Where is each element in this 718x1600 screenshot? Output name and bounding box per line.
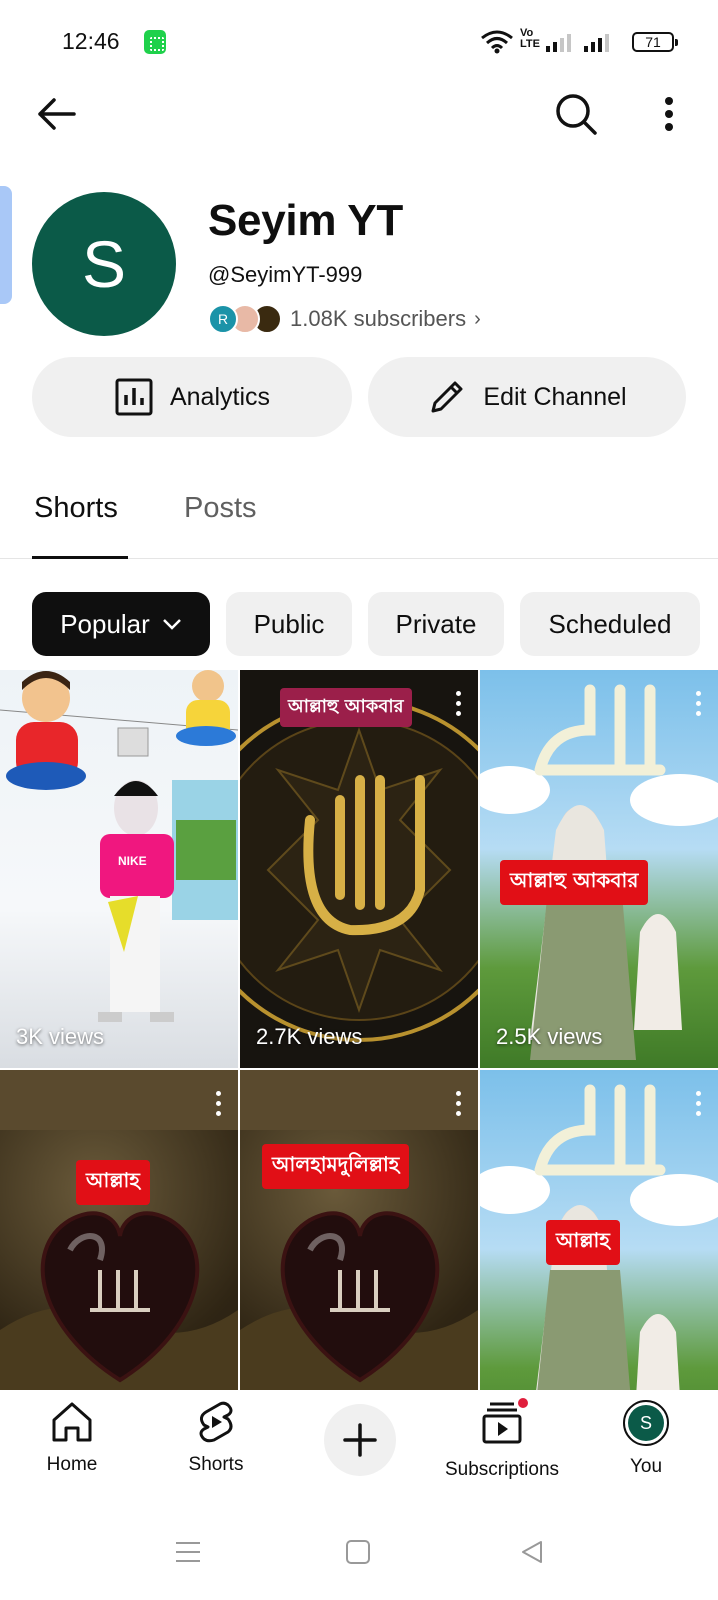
home-system-button[interactable] xyxy=(338,1532,378,1572)
signal-2-icon xyxy=(584,32,609,52)
subscriber-avatar-1: R xyxy=(208,304,238,334)
analytics-label: Analytics xyxy=(169,382,271,411)
tab-indicator xyxy=(32,556,128,559)
bottom-navigation: Home Shorts Subscriptions S You xyxy=(0,1390,718,1500)
shirt-logo: NIKE xyxy=(118,854,147,868)
square-icon xyxy=(346,1540,370,1564)
filter-chip-public[interactable]: Public xyxy=(226,592,352,656)
channel-name: Seyim YT xyxy=(208,196,403,245)
thumbnail-art xyxy=(0,670,238,1022)
search-icon xyxy=(556,94,597,135)
short-thumbnail[interactable]: NIKE 3K views xyxy=(0,670,238,1068)
menu-icon xyxy=(176,1542,200,1562)
wifi-icon xyxy=(481,30,513,54)
search-button[interactable] xyxy=(550,88,602,140)
shorts-grid: NIKE 3K views আল্লাহু আকবার 2.7K views আ… xyxy=(0,670,718,1468)
you-avatar: S xyxy=(623,1400,669,1446)
battery-icon: 71 xyxy=(632,32,678,52)
short-caption: আল্লাহু আকবার xyxy=(280,688,412,727)
channel-avatar[interactable]: S xyxy=(32,192,176,336)
nav-you-label: You xyxy=(629,1456,663,1477)
short-more-button[interactable] xyxy=(208,1088,228,1118)
arrow-left-icon xyxy=(38,98,76,130)
filter-chip-popular[interactable]: Popular xyxy=(32,592,210,656)
nav-home-label: Home xyxy=(46,1454,98,1475)
app-notification-icon xyxy=(144,30,166,54)
subscriber-avatars: R xyxy=(208,303,286,335)
short-caption: আল্লাহ xyxy=(546,1220,620,1265)
short-more-button[interactable] xyxy=(688,1088,708,1118)
chevron-down-icon xyxy=(162,619,181,630)
nav-you[interactable]: S You xyxy=(581,1400,711,1478)
more-options-button[interactable] xyxy=(648,88,690,140)
bar-chart-icon xyxy=(115,378,153,416)
nav-subscriptions-label: Subscriptions xyxy=(444,1459,560,1480)
edit-channel-label: Edit Channel xyxy=(483,382,627,411)
edge-panel-handle[interactable] xyxy=(0,186,12,304)
nav-shorts[interactable]: Shorts xyxy=(151,1400,281,1476)
tab-shorts[interactable]: Shorts xyxy=(34,492,118,525)
plus-icon xyxy=(343,1423,377,1457)
subscribers-link[interactable]: R 1.08K subscribers › xyxy=(208,302,481,336)
chevron-right-icon: › xyxy=(474,307,481,330)
short-views: 2.7K views xyxy=(256,1024,363,1049)
home-icon xyxy=(52,1402,92,1442)
short-more-button[interactable] xyxy=(448,1088,468,1118)
nav-subscriptions[interactable]: Subscriptions xyxy=(437,1396,567,1481)
short-thumbnail[interactable]: আল্লাহু আকবার 2.5K views xyxy=(480,670,718,1068)
system-navigation xyxy=(0,1510,718,1600)
short-more-button[interactable] xyxy=(688,688,708,718)
short-views: 2.5K views xyxy=(496,1024,603,1049)
back-system-button[interactable] xyxy=(512,1532,552,1572)
create-button[interactable] xyxy=(324,1404,396,1476)
triangle-back-icon xyxy=(522,1541,542,1563)
signal-1-icon xyxy=(546,32,571,52)
status-time: 12:46 xyxy=(62,28,120,54)
nav-shorts-label: Shorts xyxy=(188,1454,244,1475)
analytics-button[interactable]: Analytics xyxy=(32,357,352,437)
notification-dot xyxy=(516,1396,530,1410)
short-caption: আল্লাহু আকবার xyxy=(500,860,649,905)
filter-chip-scheduled[interactable]: Scheduled xyxy=(520,592,700,656)
shorts-icon xyxy=(199,1401,233,1443)
short-caption: আল্লাহ xyxy=(76,1160,150,1205)
short-thumbnail[interactable]: আল্লাহু আকবার 2.7K views xyxy=(240,670,478,1068)
tab-posts[interactable]: Posts xyxy=(184,492,257,525)
channel-handle: @SeyimYT-999 xyxy=(208,262,363,287)
volte-indicator: Vo LTE xyxy=(520,27,540,50)
subscriber-count: 1.08K subscribers xyxy=(290,306,467,331)
more-vert-icon xyxy=(665,97,673,131)
short-caption: আলহামদুলিল্লাহ xyxy=(262,1144,410,1189)
nav-home[interactable]: Home xyxy=(7,1400,137,1476)
edit-channel-button[interactable]: Edit Channel xyxy=(368,357,686,437)
filter-chip-private[interactable]: Private xyxy=(368,592,504,656)
short-views: 3K views xyxy=(16,1024,105,1049)
you-avatar-letter: S xyxy=(628,1405,664,1441)
status-bar: 12:46 Vo LTE 71 xyxy=(0,0,718,80)
filter-chip-label: Popular xyxy=(60,608,150,639)
short-more-button[interactable] xyxy=(448,688,468,718)
recents-button[interactable] xyxy=(168,1532,208,1572)
back-button[interactable] xyxy=(32,90,80,138)
pencil-icon xyxy=(431,381,463,413)
thumbnail-art xyxy=(240,698,478,1042)
